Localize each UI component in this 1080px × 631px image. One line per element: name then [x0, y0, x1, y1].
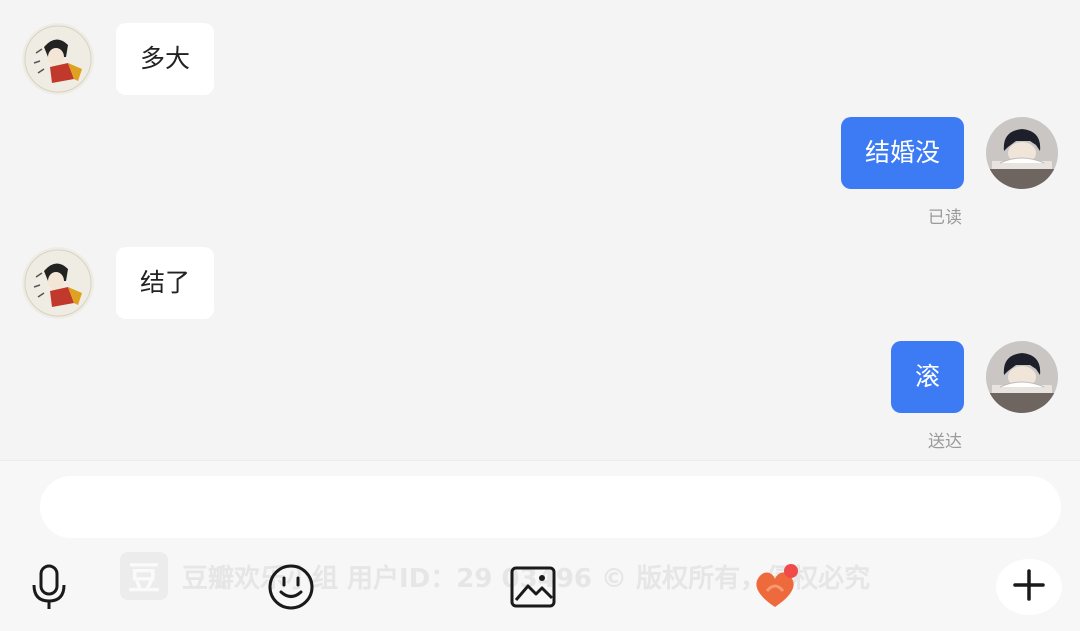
chat-screen: 多大 结婚没 已读 结了 滚 送达 豆 豆瓣欢乐小组 用户ID：29 03496…	[0, 0, 1080, 631]
message-status: 送达	[928, 432, 962, 452]
microphone-button[interactable]	[21, 561, 77, 617]
emoji-button[interactable]	[263, 561, 319, 617]
message-bubble[interactable]: 结了	[116, 247, 215, 319]
message-list[interactable]: 多大 结婚没 已读 结了 滚 送达	[0, 0, 1080, 460]
plus-icon	[1012, 568, 1046, 606]
image-button[interactable]	[505, 561, 561, 617]
message-bubble[interactable]: 多大	[116, 23, 215, 95]
microphone-icon	[29, 563, 69, 615]
my-avatar[interactable]	[986, 117, 1058, 189]
more-button[interactable]	[996, 559, 1062, 615]
message-input[interactable]	[40, 476, 1061, 538]
message-bubble[interactable]: 滚	[890, 341, 964, 413]
emoji-icon	[267, 563, 315, 615]
contact-avatar[interactable]	[22, 23, 94, 95]
watermark-logo: 豆	[120, 552, 168, 600]
message-status: 已读	[928, 208, 962, 228]
my-avatar[interactable]	[986, 341, 1058, 413]
sticker-button[interactable]	[747, 561, 803, 617]
heart-sticker-icon	[749, 561, 801, 617]
message-bubble[interactable]: 结婚没	[840, 117, 964, 189]
contact-avatar[interactable]	[22, 247, 94, 319]
composer-bar: 豆 豆瓣欢乐小组 用户ID：29 03496 © 版权所有，侵权必究	[0, 460, 1080, 631]
image-icon	[510, 566, 556, 612]
